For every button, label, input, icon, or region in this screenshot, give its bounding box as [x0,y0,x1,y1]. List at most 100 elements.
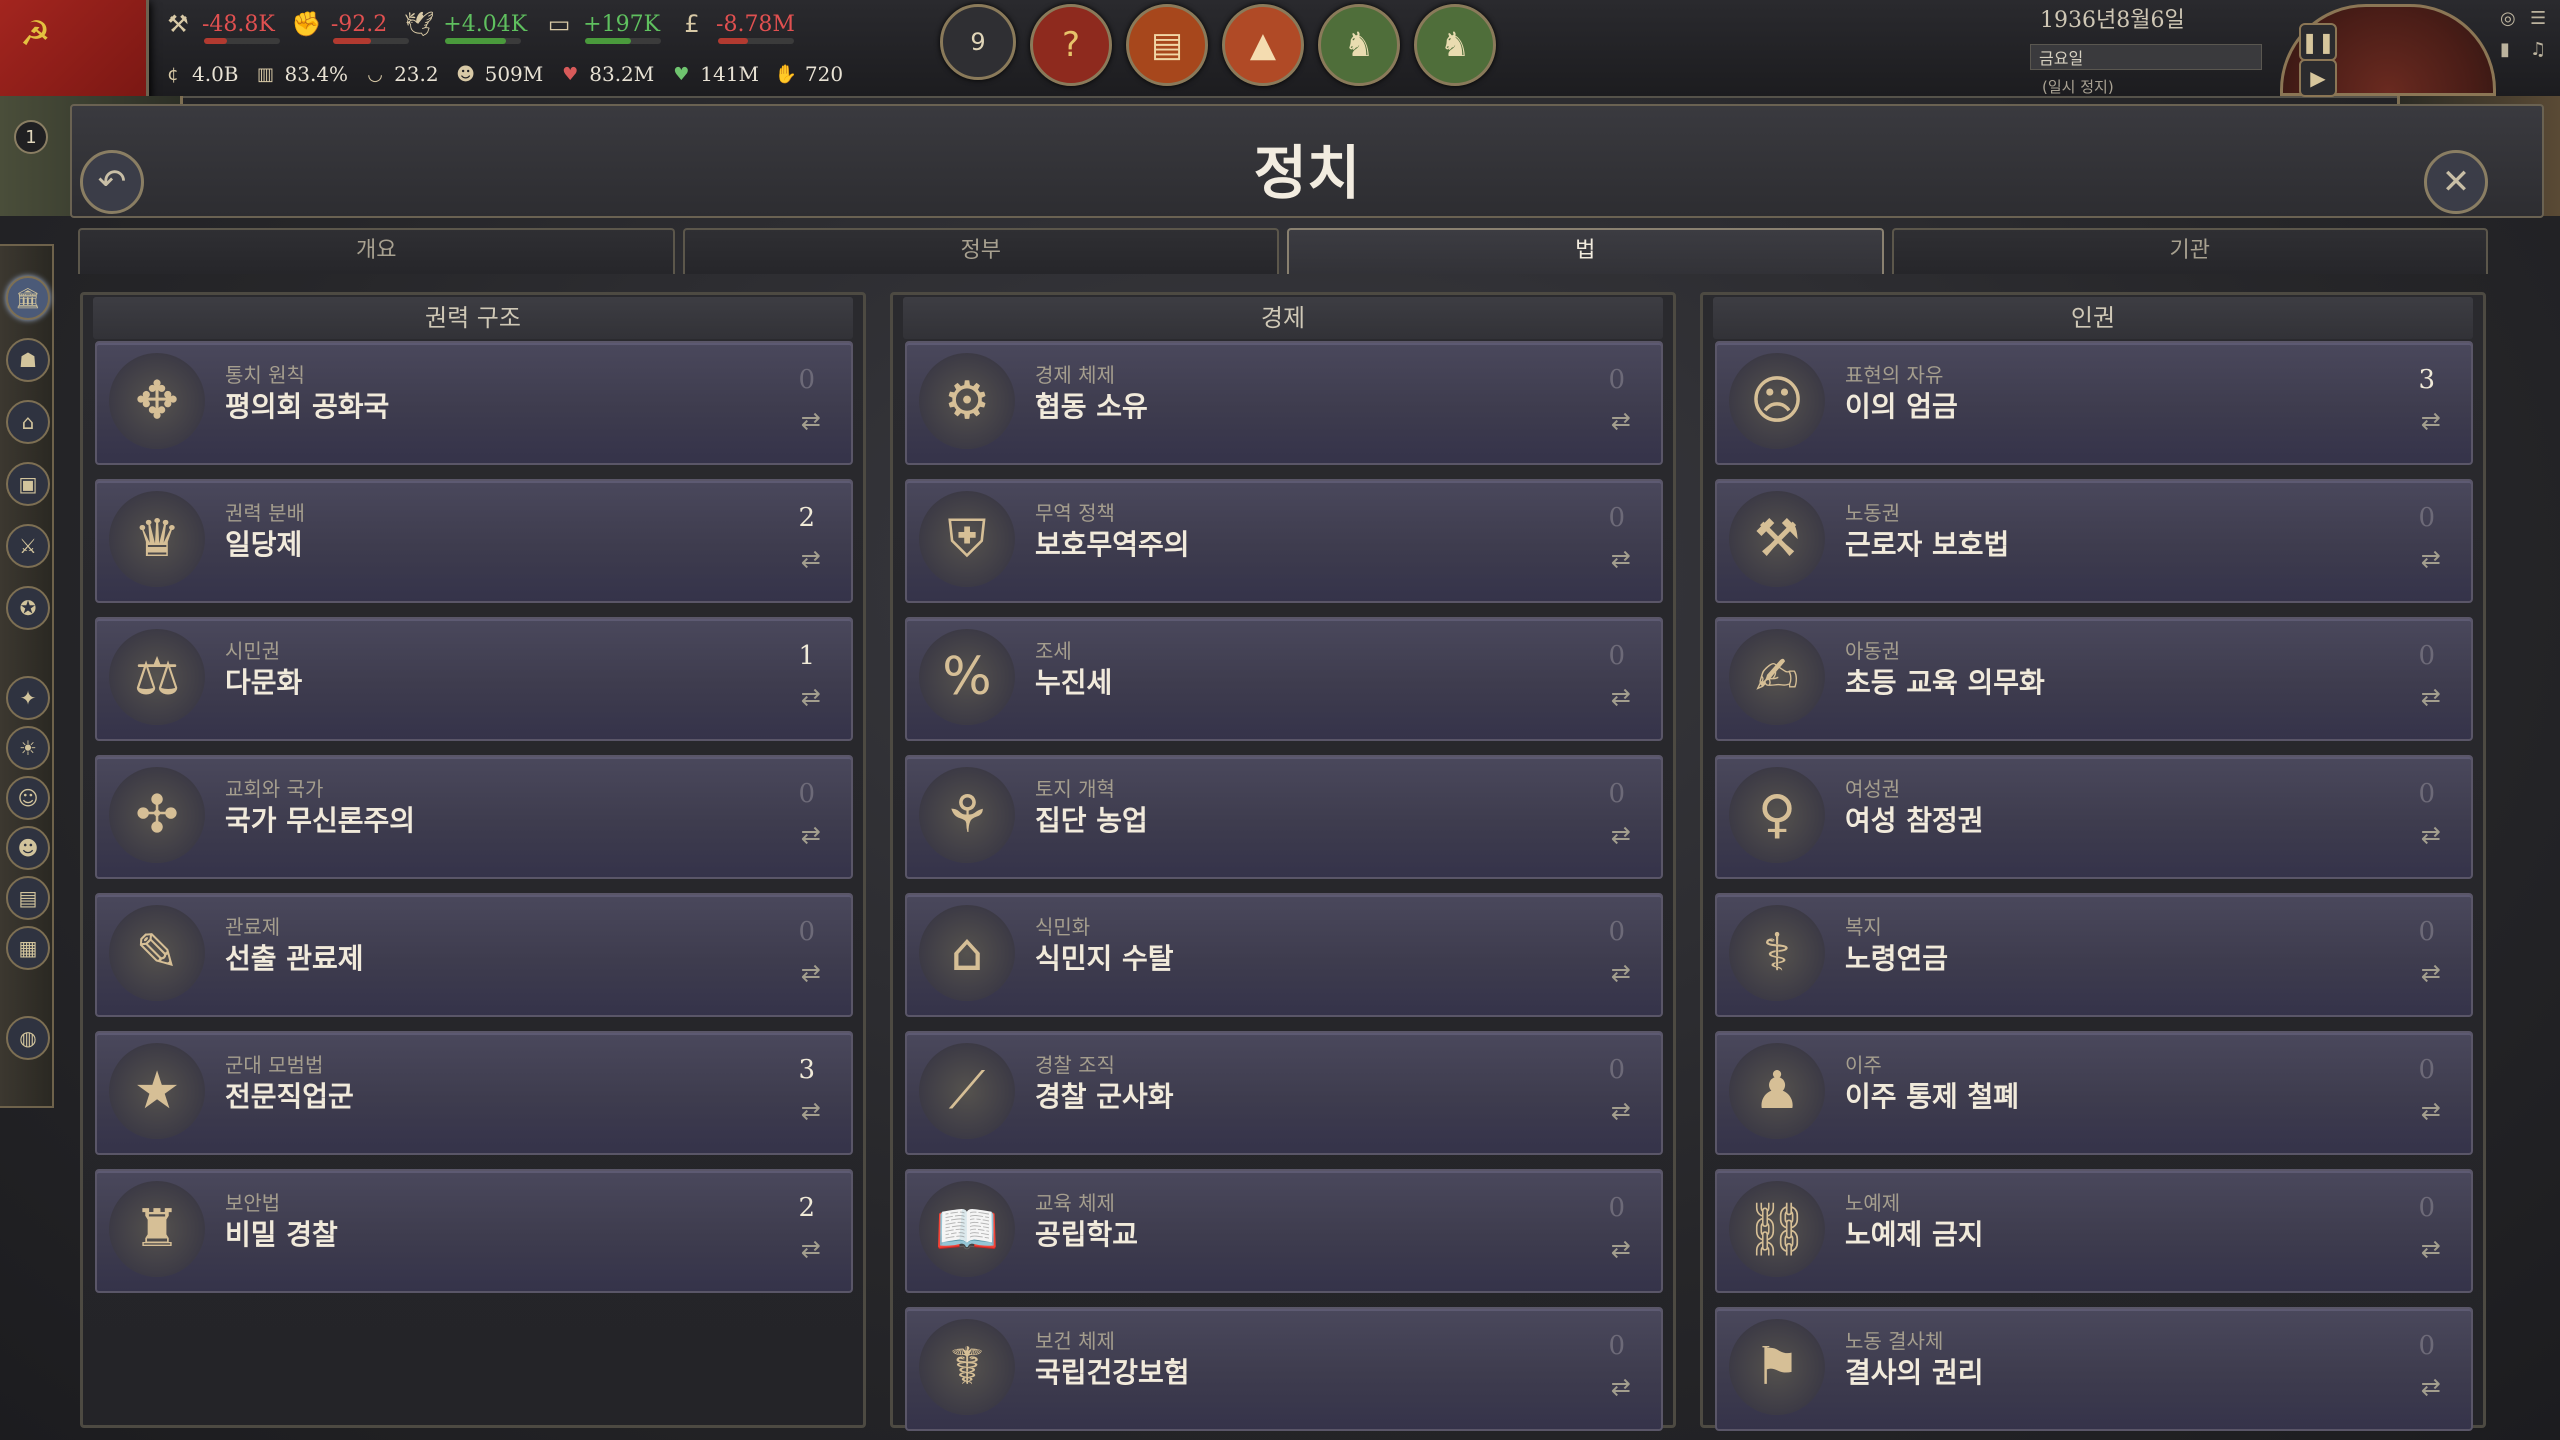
law-category: 무역 정책 [1035,501,1115,525]
ledger-nav-icon[interactable]: ▤ [6,876,50,920]
back-button[interactable]: ↶ [80,150,144,214]
change-law-icon[interactable]: ⇄ [1611,683,1631,711]
game-speed-bar[interactable]: 금요일 [2030,44,2262,70]
law-name: 선출 관료제 [225,942,364,975]
sub-resource-0[interactable]: ¢ 4.0B [160,58,238,90]
change-law-icon[interactable]: ⇄ [2421,1373,2441,1401]
question-icon[interactable]: ? [1030,4,1112,86]
change-law-icon[interactable]: ⇄ [2421,959,2441,987]
law-card[interactable]: ⚕ 복지 노령연금 0 ⇄ [1715,893,2473,1017]
market-nav-icon[interactable]: ▣ [6,462,50,506]
tab-2[interactable]: 법 [1287,228,1884,274]
law-card[interactable]: ⚑ 노동 결사체 결사의 권리 0 ⇄ [1715,1307,2473,1431]
cane-icon: ⚕ [1729,905,1825,1001]
people-nav-icon[interactable]: ☻ [6,826,50,870]
close-button[interactable]: ✕ [2424,150,2488,214]
resource-4[interactable]: £ -8.78M [674,4,795,44]
laurel-chess-icon[interactable]: ♞ [1318,4,1400,86]
change-law-icon[interactable]: ⇄ [801,683,821,711]
change-law-icon[interactable]: ⇄ [801,1097,821,1125]
change-law-icon[interactable]: ⇄ [2421,821,2441,849]
tab-3[interactable]: 기관 [1891,228,2488,274]
law-card[interactable]: ☹ 표현의 자유 이의 엄금 3 ⇄ [1715,341,2473,465]
notification-count-badge[interactable]: 1 [14,120,48,154]
chest-nav-icon[interactable]: ▦ [6,926,50,970]
change-law-icon[interactable]: ⇄ [801,821,821,849]
play-icon[interactable]: ▶ [2299,59,2337,97]
tab-0[interactable]: 개요 [78,228,675,274]
law-card[interactable]: ♛ 권력 분배 일당제 2 ⇄ [95,479,853,603]
law-category: 통치 원칙 [225,363,305,387]
sub-resource-1[interactable]: ▥ 83.4% [253,58,348,90]
population-nav-icon[interactable]: ☗ [6,338,50,382]
change-law-icon[interactable]: ⇄ [2421,683,2441,711]
law-card[interactable]: ☤ 보건 체제 국립건강보험 0 ⇄ [905,1307,1663,1431]
law-card[interactable]: ✥ 통치 원칙 평의회 공화국 0 ⇄ [95,341,853,465]
sub-resource-2[interactable]: ◡ 23.2 [362,58,438,90]
resource-0[interactable]: ⚒ -48.8K [160,4,280,44]
outliner-icon[interactable]: ◎ [2500,8,2526,29]
military-nav-icon[interactable]: ⚔ [6,524,50,568]
industry-nav-icon[interactable]: ⌂ [6,400,50,444]
law-card[interactable]: ⛓ 노예제 노예제 금지 0 ⇄ [1715,1169,2473,1293]
law-count: 0 [2418,641,2435,671]
laurel-chess-icon[interactable]: ♞ [1414,4,1496,86]
sub-resource-3[interactable]: ☻ 509M [453,58,543,90]
change-law-icon[interactable]: ⇄ [2421,407,2441,435]
mask-nav-icon[interactable]: ☺ [6,776,50,820]
speed-clock[interactable]: ❚❚ ▶ [2280,4,2496,97]
law-card[interactable]: ♀ 여성권 여성 참정권 0 ⇄ [1715,755,2473,879]
change-law-icon[interactable]: ⇄ [801,1235,821,1263]
count-badge[interactable]: 9 [940,4,1016,80]
farmers-icon: ⚘ [919,767,1015,863]
law-card[interactable]: ✎ 관료제 선출 관료제 0 ⇄ [95,893,853,1017]
law-category: 군대 모범법 [225,1053,324,1077]
law-card[interactable]: ✍ 아동권 초등 교육 의무화 0 ⇄ [1715,617,2473,741]
change-law-icon[interactable]: ⇄ [2421,545,2441,573]
law-card[interactable]: ⚖ 시민권 다문화 1 ⇄ [95,617,853,741]
dove-nav-icon[interactable]: ✦ [6,676,50,720]
law-card[interactable]: ♟ 이주 이주 통제 철폐 0 ⇄ [1715,1031,2473,1155]
politics-nav-icon[interactable]: 🏛 [6,276,50,320]
change-law-icon[interactable]: ⇄ [801,545,821,573]
change-law-icon[interactable]: ⇄ [1611,1235,1631,1263]
law-card[interactable]: ⛨ 무역 정책 보호무역주의 0 ⇄ [905,479,1663,603]
country-flag[interactable]: ☭ [0,0,149,104]
pause-icon[interactable]: ❚❚ [2299,23,2337,61]
change-law-icon[interactable]: ⇄ [1611,1373,1631,1401]
change-law-icon[interactable]: ⇄ [1611,959,1631,987]
change-law-icon[interactable]: ⇄ [2421,1097,2441,1125]
sub-resource-5[interactable]: ♥ 141M [668,58,759,90]
factory-icon[interactable]: ▲ [1222,4,1304,86]
law-card[interactable]: % 조세 누진세 0 ⇄ [905,617,1663,741]
law-card[interactable]: ♜ 보안법 비밀 경찰 2 ⇄ [95,1169,853,1293]
book-icon[interactable]: ▮ [2500,39,2526,60]
change-law-icon[interactable]: ⇄ [1611,407,1631,435]
law-card[interactable]: ⟋ 경찰 조직 경찰 군사화 0 ⇄ [905,1031,1663,1155]
change-law-icon[interactable]: ⇄ [801,407,821,435]
change-law-icon[interactable]: ⇄ [1611,821,1631,849]
law-card[interactable]: ⚘ 토지 개혁 집단 농업 0 ⇄ [905,755,1663,879]
diplomacy-nav-icon[interactable]: ✪ [6,586,50,630]
law-card[interactable]: ⌂ 식민화 식민지 수탈 0 ⇄ [905,893,1663,1017]
law-card[interactable]: ⚒ 노동권 근로자 보호법 0 ⇄ [1715,479,2473,603]
resource-2[interactable]: 🕊 +4.04K [401,4,527,44]
change-law-icon[interactable]: ⇄ [1611,1097,1631,1125]
resource-1[interactable]: ✊ -92.2 [289,4,409,44]
resource-3[interactable]: ▭ +197K [541,4,662,44]
law-card[interactable]: 📖 교육 체제 공립학교 0 ⇄ [905,1169,1663,1293]
sub-resource-4[interactable]: ♥ 83.2M [557,58,654,90]
change-law-icon[interactable]: ⇄ [2421,1235,2441,1263]
globe-nav-icon[interactable]: ◍ [6,1016,50,1060]
law-card[interactable]: ★ 군대 모범법 전문직업군 3 ⇄ [95,1031,853,1155]
tab-1[interactable]: 정부 [682,228,1279,274]
law-card[interactable]: ✣ 교회와 국가 국가 무신론주의 0 ⇄ [95,755,853,879]
change-law-icon[interactable]: ⇄ [801,959,821,987]
law-card[interactable]: ⚙ 경제 체제 협동 소유 0 ⇄ [905,341,1663,465]
music-icon[interactable]: ♫ [2530,39,2556,60]
stocks-icon[interactable]: ▤ [1126,4,1208,86]
sub-resource-6[interactable]: ✋ 720 [773,58,843,90]
change-law-icon[interactable]: ⇄ [1611,545,1631,573]
menu-icon[interactable]: ☰ [2530,8,2556,29]
lightbulb-nav-icon[interactable]: ☀ [6,726,50,770]
